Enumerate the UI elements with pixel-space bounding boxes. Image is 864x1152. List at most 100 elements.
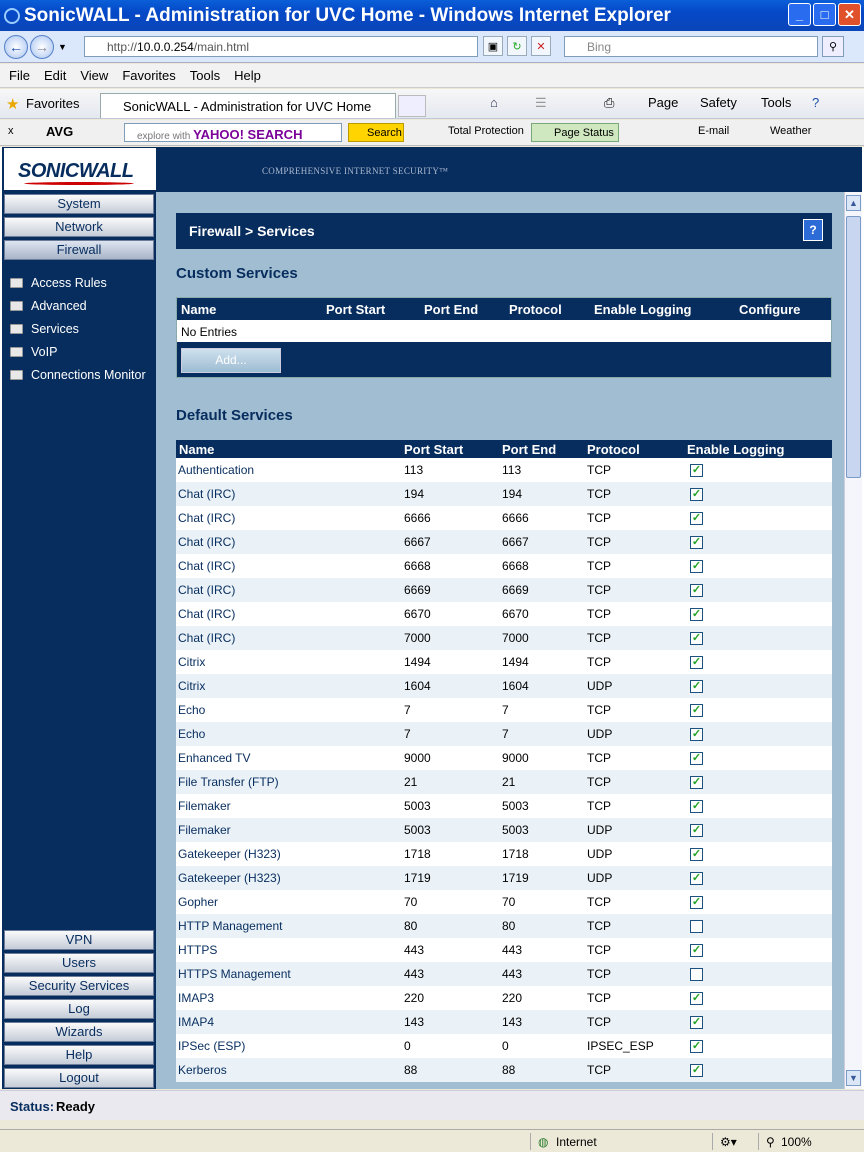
yahoo-search-button[interactable]: Search — [348, 123, 404, 142]
enable-logging-checkbox[interactable]: ✓ — [690, 752, 703, 765]
page-menu[interactable]: Page — [648, 95, 678, 110]
menu-help[interactable]: Help — [227, 68, 268, 83]
menu-favorites[interactable]: Favorites — [115, 68, 182, 83]
enable-logging-checkbox[interactable]: ✓ — [690, 512, 703, 525]
favorites-button[interactable]: Favorites — [26, 96, 79, 111]
enable-logging-checkbox[interactable]: ✓ — [690, 992, 703, 1005]
add-service-button[interactable]: Add... — [181, 348, 281, 373]
enable-logging-checkbox[interactable]: ✓ — [690, 656, 703, 669]
vertical-scrollbar[interactable]: ▲ ▼ — [844, 192, 862, 1089]
compat-view-icon[interactable]: ▣ — [483, 36, 503, 56]
enable-logging-checkbox[interactable]: ✓ — [690, 800, 703, 813]
url-input[interactable]: http://10.0.0.254/main.html — [84, 36, 478, 57]
protocol: TCP — [587, 487, 611, 501]
enable-logging-checkbox[interactable]: ✓ — [690, 824, 703, 837]
maximize-button[interactable]: □ — [813, 3, 836, 26]
home-icon[interactable]: ⌂ — [490, 95, 498, 110]
table-row: Enhanced TV 9000 9000 TCP ✓ — [176, 746, 832, 770]
enable-logging-checkbox[interactable]: ✓ — [690, 728, 703, 741]
total-protection[interactable]: Total Protection — [448, 125, 524, 137]
enable-logging-checkbox[interactable] — [690, 920, 703, 933]
minimize-button[interactable]: _ — [788, 3, 811, 26]
enable-logging-checkbox[interactable]: ✓ — [690, 944, 703, 957]
enable-logging-checkbox[interactable]: ✓ — [690, 704, 703, 717]
safety-menu[interactable]: Safety — [700, 95, 737, 110]
subnav-advanced[interactable]: Advanced — [2, 296, 156, 316]
help-button[interactable]: ? — [803, 219, 823, 241]
search-input[interactable]: Bing — [564, 36, 818, 57]
nav-network[interactable]: Network — [4, 217, 154, 237]
tools-menu[interactable]: Tools — [761, 95, 791, 110]
stop-icon[interactable]: ✕ — [531, 36, 551, 56]
enable-logging-checkbox[interactable]: ✓ — [690, 608, 703, 621]
port-end: 88 — [502, 1063, 516, 1077]
protocol: TCP — [587, 511, 611, 525]
forward-button[interactable]: → — [30, 34, 54, 59]
service-name: Echo — [178, 703, 206, 717]
zoom-icon[interactable]: ⚲ — [766, 1135, 775, 1149]
menu-tools[interactable]: Tools — [183, 68, 227, 83]
nav-help[interactable]: Help — [4, 1045, 154, 1065]
enable-logging-checkbox[interactable]: ✓ — [690, 680, 703, 693]
nav-system[interactable]: System — [4, 194, 154, 214]
star-icon[interactable]: ★ — [6, 95, 19, 113]
enable-logging-checkbox[interactable]: ✓ — [690, 536, 703, 549]
tab-sonicwall[interactable]: SonicWALL - Administration for UVC Home — [100, 93, 396, 118]
scroll-down-icon[interactable]: ▼ — [846, 1070, 861, 1086]
weather-button[interactable]: Weather — [770, 125, 811, 137]
menu-view[interactable]: View — [73, 68, 115, 83]
zoom-level[interactable]: 100% — [781, 1135, 812, 1149]
enable-logging-checkbox[interactable]: ✓ — [690, 632, 703, 645]
subnav-access-rules[interactable]: Access Rules — [2, 273, 156, 293]
service-name: Citrix — [178, 679, 206, 693]
avg-logo[interactable]: AVG — [46, 124, 73, 139]
sonicwall-logo: SONICWALL — [4, 148, 156, 190]
feeds-icon[interactable]: ☰ — [535, 95, 547, 111]
enable-logging-checkbox[interactable]: ✓ — [690, 584, 703, 597]
col-port-end: Port End — [424, 302, 479, 317]
enable-logging-checkbox[interactable]: ✓ — [690, 488, 703, 501]
nav-firewall[interactable]: Firewall — [4, 240, 154, 260]
search-go-icon[interactable]: ⚲ — [822, 36, 844, 57]
page-status-button[interactable]: Page Status — [531, 123, 619, 142]
nav-log[interactable]: Log — [4, 999, 154, 1019]
help-circle-icon[interactable]: ? — [812, 95, 819, 110]
enable-logging-checkbox[interactable]: ✓ — [690, 1016, 703, 1029]
nav-users[interactable]: Users — [4, 953, 154, 973]
menu-file[interactable]: File — [2, 68, 37, 83]
nav-history-dropdown-icon[interactable]: ▼ — [58, 42, 67, 52]
nav-logout[interactable]: Logout — [4, 1068, 154, 1088]
enable-logging-checkbox[interactable]: ✓ — [690, 872, 703, 885]
enable-logging-checkbox[interactable]: ✓ — [690, 1040, 703, 1053]
close-button[interactable]: ✕ — [838, 3, 861, 26]
enable-logging-checkbox[interactable]: ✓ — [690, 848, 703, 861]
enable-logging-checkbox[interactable]: ✓ — [690, 896, 703, 909]
scroll-thumb[interactable] — [846, 216, 861, 478]
service-name: IMAP4 — [178, 1015, 215, 1029]
port-start: 70 — [404, 895, 418, 909]
enable-logging-checkbox[interactable] — [690, 968, 703, 981]
close-toolbar-icon[interactable]: x — [8, 125, 14, 137]
refresh-icon[interactable]: ↻ — [507, 36, 527, 56]
print-icon[interactable]: ⎙ — [604, 95, 614, 111]
yahoo-search-input[interactable]: explore with YAHOO! SEARCH — [124, 123, 342, 142]
menu-edit[interactable]: Edit — [37, 68, 73, 83]
email-button[interactable]: E-mail — [698, 125, 729, 137]
back-button[interactable]: ← — [4, 34, 28, 59]
enable-logging-checkbox[interactable]: ✓ — [690, 464, 703, 477]
subnav-voip[interactable]: VoIP — [2, 342, 156, 362]
nav-vpn[interactable]: VPN — [4, 930, 154, 950]
nav-security-services[interactable]: Security Services — [4, 976, 154, 996]
nav-wizards[interactable]: Wizards — [4, 1022, 154, 1042]
new-tab-button[interactable] — [398, 95, 426, 117]
subnav-services[interactable]: Services — [2, 319, 156, 339]
page-title-bar: Firewall > Services ? — [176, 213, 832, 249]
enable-logging-checkbox[interactable]: ✓ — [690, 1064, 703, 1077]
protected-mode-icon[interactable]: ⚙▾ — [720, 1135, 737, 1149]
scroll-up-icon[interactable]: ▲ — [846, 195, 861, 211]
table-row: Echo 7 7 TCP ✓ — [176, 698, 832, 722]
service-name: Filemaker — [178, 823, 231, 837]
enable-logging-checkbox[interactable]: ✓ — [690, 560, 703, 573]
subnav-connections-monitor[interactable]: Connections Monitor — [2, 365, 156, 385]
enable-logging-checkbox[interactable]: ✓ — [690, 776, 703, 789]
